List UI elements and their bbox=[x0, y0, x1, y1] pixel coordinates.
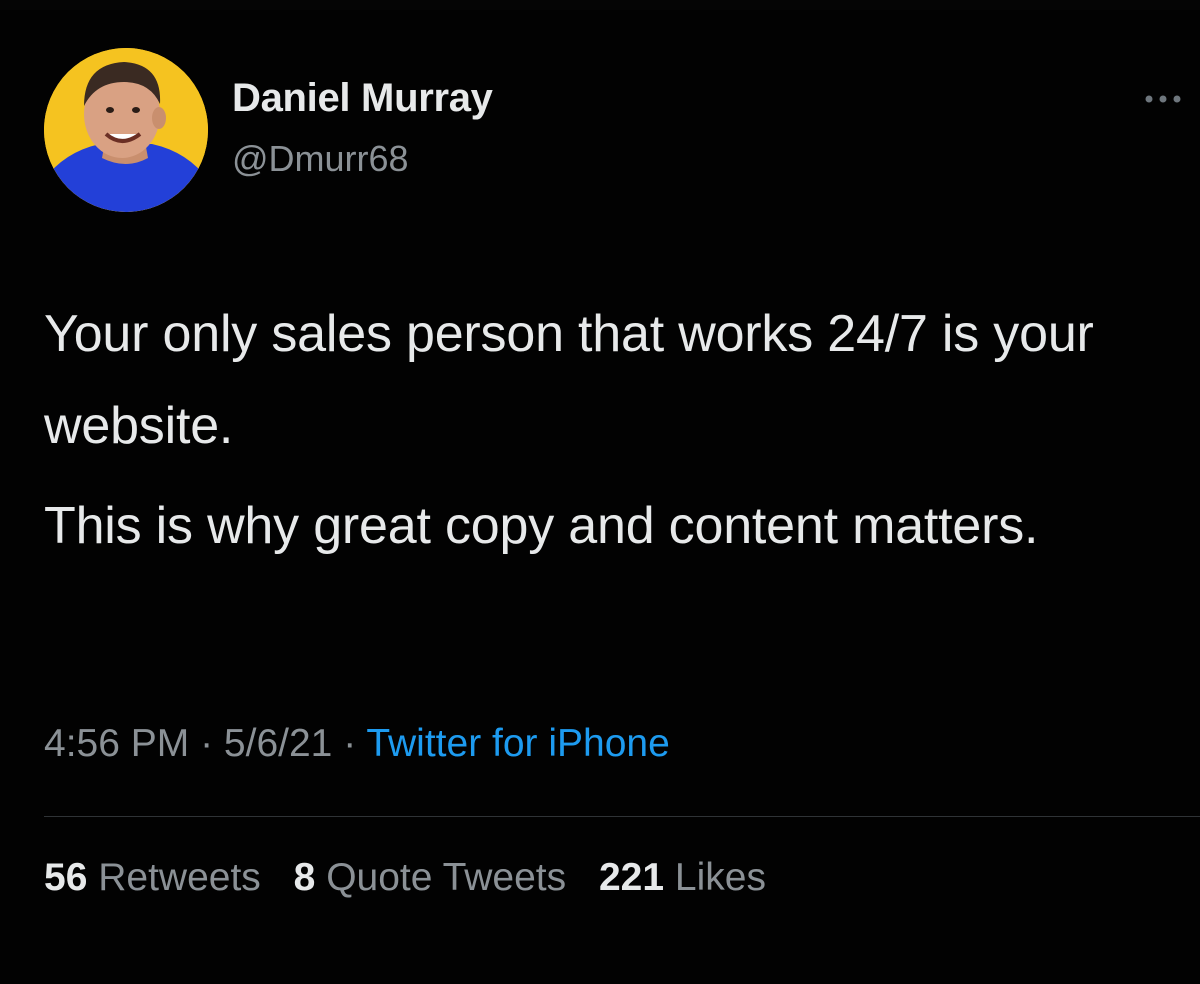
tweet-stats: 56 Retweets 8 Quote Tweets 221 Likes bbox=[44, 856, 788, 900]
divider bbox=[44, 816, 1200, 817]
profile-photo-icon bbox=[44, 48, 208, 212]
retweets-stat[interactable]: 56 Retweets bbox=[44, 856, 261, 899]
avatar[interactable] bbox=[44, 48, 208, 212]
tweet-source-link[interactable]: Twitter for iPhone bbox=[366, 722, 669, 765]
retweets-label: Retweets bbox=[98, 856, 261, 899]
meta-separator: · bbox=[189, 722, 224, 765]
tweet-date[interactable]: 5/6/21 bbox=[224, 722, 332, 765]
tweet-paragraph: Your only sales person that works 24/7 i… bbox=[44, 305, 1094, 455]
likes-count: 221 bbox=[598, 856, 665, 899]
more-horizontal-icon bbox=[1145, 95, 1181, 103]
quote-tweets-stat[interactable]: 8 Quote Tweets bbox=[294, 856, 566, 899]
tweet-paragraph: This is why great copy and content matte… bbox=[44, 497, 1039, 555]
author-name[interactable]: Daniel Murray bbox=[232, 76, 493, 121]
quote-tweets-count: 8 bbox=[293, 856, 316, 899]
more-options-button[interactable] bbox=[1140, 86, 1186, 112]
author-handle[interactable]: @Dmurr68 bbox=[232, 138, 409, 180]
tweet-time[interactable]: 4:56 PM bbox=[44, 722, 189, 765]
top-edge bbox=[0, 0, 1200, 10]
tweet-text: Your only sales person that works 24/7 i… bbox=[44, 288, 1174, 572]
quote-tweets-label: Quote Tweets bbox=[326, 856, 567, 899]
tweet-meta: 4:56 PM · 5/6/21 · Twitter for iPhone bbox=[44, 722, 670, 766]
tweet-card: Daniel Murray @Dmurr68 Your only sales p… bbox=[0, 0, 1200, 984]
likes-stat[interactable]: 221 Likes bbox=[599, 856, 766, 899]
likes-label: Likes bbox=[674, 856, 766, 899]
meta-separator: · bbox=[332, 722, 367, 765]
retweets-count: 56 bbox=[44, 856, 88, 899]
